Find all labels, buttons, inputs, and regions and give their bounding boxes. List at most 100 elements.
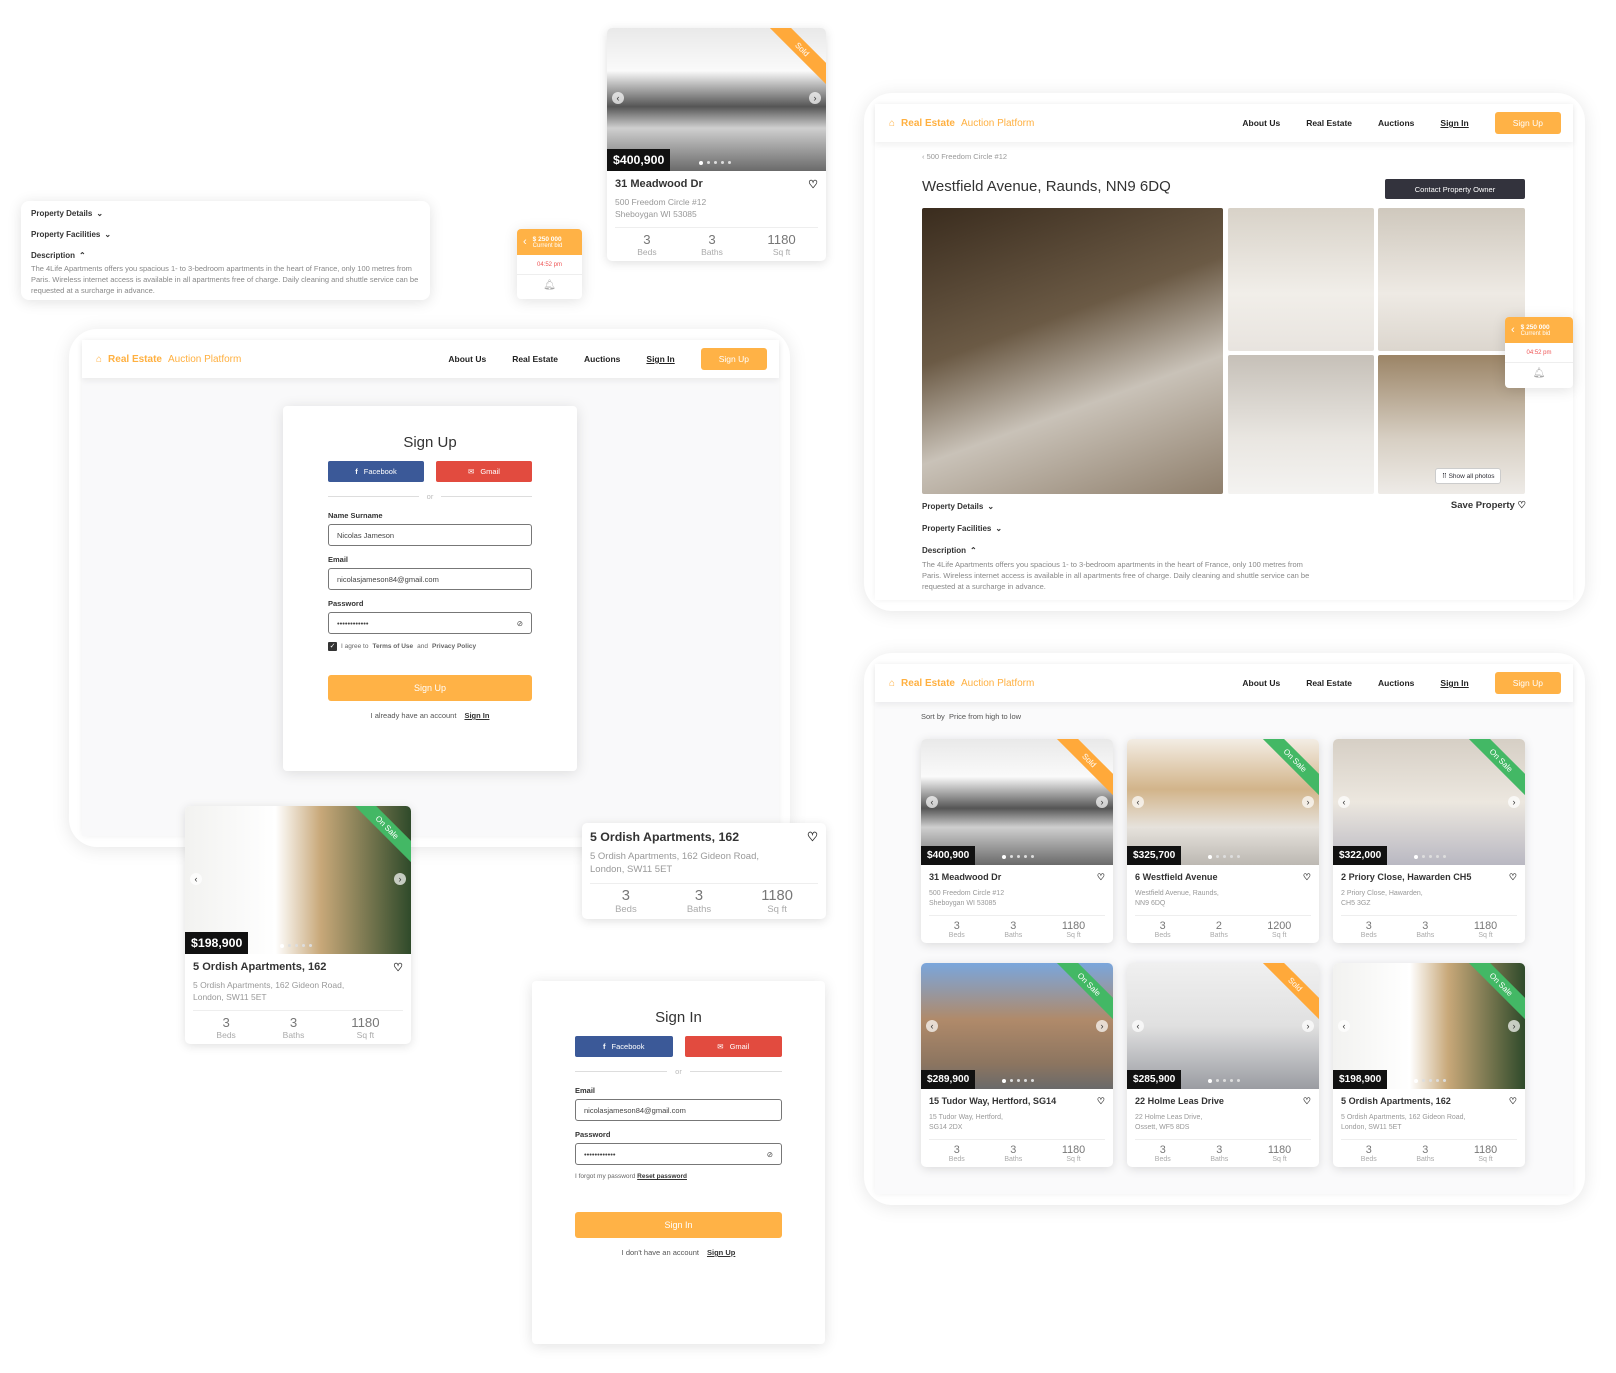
password-field[interactable]: •••••••••••• ⊘ <box>328 612 532 634</box>
carousel-dots[interactable] <box>279 944 312 948</box>
bell-icon[interactable]: 🔔︎ <box>517 275 582 297</box>
email-field[interactable]: nicolasjameson84@gmail.com <box>328 568 532 590</box>
logo[interactable]: ⌂ Real Estate Auction Platform <box>889 678 1034 689</box>
breadcrumb[interactable]: ‹ 500 Freedom Circle #12 <box>922 152 1007 161</box>
terms-link[interactable]: Terms of Use <box>372 643 413 650</box>
property-title[interactable]: 5 Ordish Apartments, 162 <box>193 961 326 974</box>
reset-password-link[interactable]: Reset password <box>637 1173 687 1180</box>
logo[interactable]: ⌂ Real Estate Auction Platform <box>889 118 1034 129</box>
carousel-dots[interactable] <box>1207 1079 1240 1083</box>
property-card[interactable]: 5 Ordish Apartments, 162 ♡ 5 Ordish Apart… <box>582 823 826 919</box>
chevron-left-icon[interactable]: ‹ <box>1132 795 1144 808</box>
heart-icon[interactable]: ♡ <box>1303 872 1311 883</box>
sign-in-submit[interactable]: Sign In <box>575 1212 782 1238</box>
nav-real-estate[interactable]: Real Estate <box>1306 118 1352 128</box>
property-photo[interactable]: Sold ‹ › $285,900 <box>1127 963 1319 1089</box>
property-title[interactable]: 5 Ordish Apartments, 162 <box>1341 1096 1451 1107</box>
sign-up-link[interactable]: Sign Up <box>707 1248 735 1257</box>
property-details-toggle[interactable]: Property Details ⌄ <box>922 502 994 511</box>
chevron-right-icon[interactable]: › <box>394 872 406 885</box>
chevron-right-icon[interactable]: › <box>1096 795 1108 808</box>
carousel-dots[interactable] <box>1207 855 1240 859</box>
nav-real-estate[interactable]: Real Estate <box>512 354 558 364</box>
description-toggle[interactable]: Description ⌃ <box>922 546 977 555</box>
eye-off-icon[interactable]: ⊘ <box>767 1150 773 1159</box>
property-card[interactable]: On Sale ‹ › $322,000 2 Priory Close, Hawa… <box>1333 739 1525 943</box>
chevron-left-icon[interactable]: ‹ <box>926 1019 938 1032</box>
chevron-right-icon[interactable]: › <box>809 92 821 105</box>
heart-icon[interactable]: ♡ <box>1303 1096 1311 1107</box>
photo-bedroom[interactable] <box>1378 208 1525 351</box>
property-title[interactable]: 15 Tudor Way, Hertford, SG14 <box>929 1096 1056 1107</box>
nav-about[interactable]: About Us <box>1242 678 1280 688</box>
chevron-right-icon[interactable]: › <box>1096 1019 1108 1032</box>
sign-up-button[interactable]: Sign Up <box>1494 112 1561 134</box>
chevron-right-icon[interactable]: › <box>1302 795 1314 808</box>
nav-sign-in[interactable]: Sign In <box>1440 118 1468 128</box>
description-toggle[interactable]: Description ⌃ <box>31 251 420 260</box>
chevron-left-icon[interactable]: ‹ <box>1132 1019 1144 1032</box>
carousel-dots[interactable] <box>1001 855 1034 859</box>
property-photo[interactable]: Sold ‹ › $400,900 <box>921 739 1113 865</box>
chevron-left-icon[interactable]: ‹ <box>926 795 938 808</box>
property-facilities-toggle[interactable]: Property Facilities ⌄ <box>922 524 1002 533</box>
photo-bedroom[interactable] <box>1228 208 1374 351</box>
heart-icon[interactable]: ♡ <box>1509 872 1517 883</box>
property-photo[interactable]: On Sale ‹ › $322,000 <box>1333 739 1525 865</box>
property-photo[interactable]: On Sale ‹ › $289,900 <box>921 963 1113 1089</box>
gmail-button[interactable]: ✉ Gmail <box>436 461 532 482</box>
nav-auctions[interactable]: Auctions <box>584 354 620 364</box>
property-title[interactable]: 2 Priory Close, Hawarden CH5 <box>1341 872 1471 883</box>
chevron-left-icon[interactable]: ‹ <box>190 872 202 885</box>
heart-icon[interactable]: ♡ <box>393 961 403 974</box>
logo[interactable]: ⌂ Real Estate Auction Platform <box>96 354 241 365</box>
contact-owner-button[interactable]: Contact Property Owner <box>1385 179 1525 199</box>
property-card[interactable]: Sold ‹ › $400,900 31 Meadwood Dr ♡ 500 Fre… <box>607 28 826 261</box>
bell-icon[interactable]: 🔔︎ <box>1505 363 1573 385</box>
sort-dropdown[interactable]: Sort by Price from high to low <box>921 712 1021 721</box>
heart-icon[interactable]: ♡ <box>808 178 818 191</box>
nav-about[interactable]: About Us <box>448 354 486 364</box>
property-photo[interactable]: On Sale ‹ › $325,700 <box>1127 739 1319 865</box>
photo-hot-tub[interactable] <box>922 208 1223 494</box>
heart-icon[interactable]: ♡ <box>1097 872 1105 883</box>
carousel-dots[interactable] <box>1001 1079 1034 1083</box>
property-card[interactable]: On Sale ‹ › $198,900 5 Ordish Apartments,… <box>185 806 411 1044</box>
sign-up-submit[interactable]: Sign Up <box>328 675 532 701</box>
chevron-right-icon[interactable]: › <box>1508 795 1520 808</box>
heart-icon[interactable]: ♡ <box>1097 1096 1105 1107</box>
property-details-toggle[interactable]: Property Details ⌄ <box>31 209 420 218</box>
property-facilities-toggle[interactable]: Property Facilities ⌄ <box>31 230 420 239</box>
terms-checkbox[interactable]: ✓ I agree to Terms of Use and Privacy Policy <box>328 642 532 651</box>
nav-auctions[interactable]: Auctions <box>1378 678 1414 688</box>
property-title[interactable]: 6 Westfield Avenue <box>1135 872 1218 883</box>
nav-sign-in[interactable]: Sign In <box>646 354 674 364</box>
nav-auctions[interactable]: Auctions <box>1378 118 1414 128</box>
chevron-left-icon[interactable]: ‹ <box>612 92 624 105</box>
gmail-button[interactable]: ✉ Gmail <box>684 1036 782 1057</box>
password-field[interactable]: •••••••••••• ⊘ <box>575 1143 782 1165</box>
save-property-button[interactable]: Save Property ♡ <box>1451 500 1526 511</box>
show-all-photos-button[interactable]: ⠿ Show all photos <box>1435 468 1502 484</box>
property-card[interactable]: Sold ‹ › $285,900 22 Holme Leas Drive ♡ 22… <box>1127 963 1319 1167</box>
photo-bedroom[interactable] <box>1228 355 1374 494</box>
sign-up-button[interactable]: Sign Up <box>700 348 767 370</box>
nav-about[interactable]: About Us <box>1242 118 1280 128</box>
facebook-button[interactable]: f Facebook <box>575 1036 673 1057</box>
property-card[interactable]: On Sale ‹ › $198,900 5 Ordish Apartments,… <box>1333 963 1525 1167</box>
chevron-left-icon[interactable]: ‹ <box>1338 1019 1350 1032</box>
carousel-dots[interactable] <box>1413 855 1446 859</box>
heart-icon[interactable]: ♡ <box>807 830 818 844</box>
property-title[interactable]: 31 Meadwood Dr <box>929 872 1001 883</box>
property-title[interactable]: 5 Ordish Apartments, 162 <box>590 830 739 844</box>
chevron-left-icon[interactable]: ‹ <box>1511 324 1515 336</box>
property-card[interactable]: Sold ‹ › $400,900 31 Meadwood Dr ♡ 500 Fre… <box>921 739 1113 943</box>
email-field[interactable]: nicolasjameson84@gmail.com <box>575 1099 782 1121</box>
carousel-dots[interactable] <box>698 161 731 165</box>
nav-sign-in[interactable]: Sign In <box>1440 678 1468 688</box>
property-photo[interactable]: On Sale ‹ › $198,900 <box>185 806 411 954</box>
sign-in-link[interactable]: Sign In <box>464 711 489 720</box>
property-card[interactable]: On Sale ‹ › $289,900 15 Tudor Way, Hertfo… <box>921 963 1113 1167</box>
heart-icon[interactable]: ♡ <box>1509 1096 1517 1107</box>
chevron-right-icon[interactable]: › <box>1302 1019 1314 1032</box>
